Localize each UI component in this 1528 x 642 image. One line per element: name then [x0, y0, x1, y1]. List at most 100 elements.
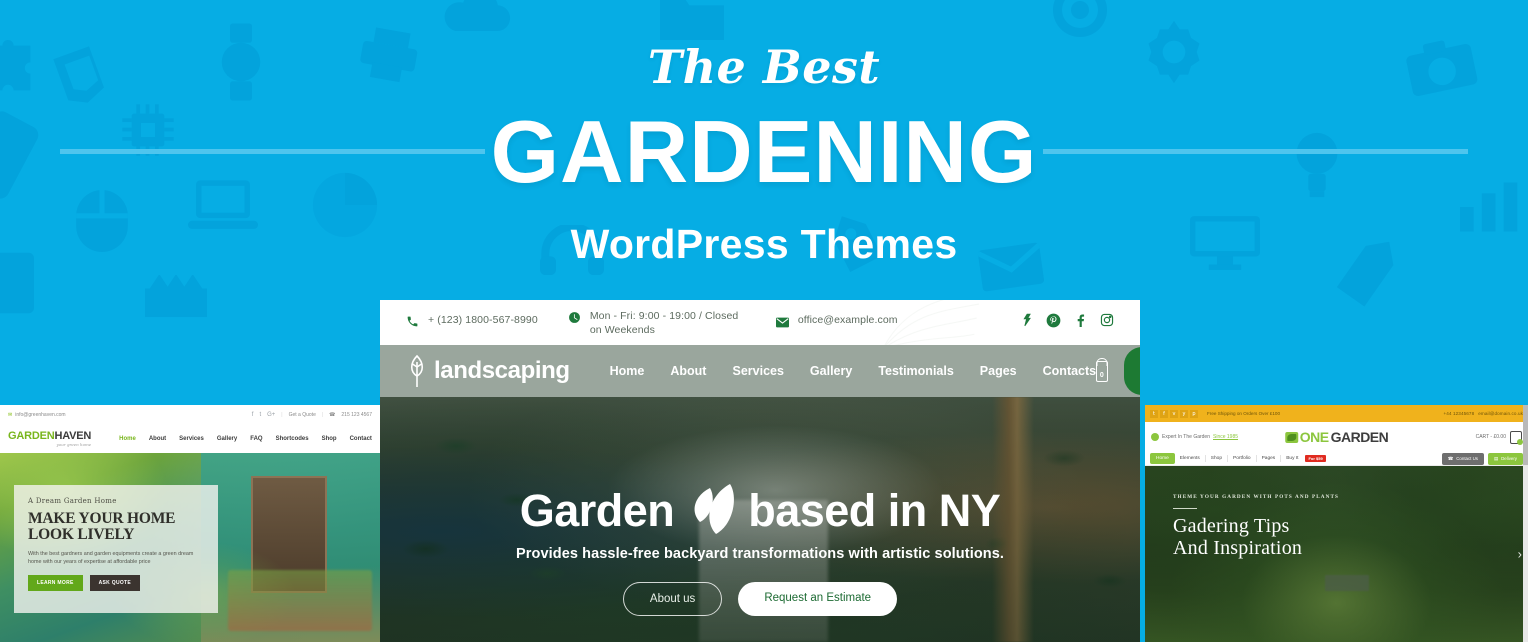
og-hero: THEME YOUR GARDEN WITH POTS AND PLANTS G…: [1145, 466, 1528, 642]
gh-menu-item-home[interactable]: Home: [119, 436, 136, 442]
facebook-icon[interactable]: [1074, 313, 1087, 332]
og-menu-item-portfolio[interactable]: Portfolio: [1228, 456, 1256, 461]
og-menu-item-pages[interactable]: Pages: [1257, 456, 1281, 461]
og-cart[interactable]: CART - £0.00: [1475, 430, 1523, 445]
gh-learn-more-button[interactable]: LEARN MORE: [28, 575, 83, 591]
headline-sub: WordPress Themes: [570, 221, 958, 267]
ls-menu-item-home[interactable]: Home: [610, 364, 645, 378]
og-delivery-button[interactable]: ▤ Delivery: [1487, 452, 1523, 465]
ls-hero-content: Garden based in NY Provides hassle-free …: [380, 397, 1140, 642]
pinterest-icon[interactable]: p: [1190, 409, 1198, 418]
ls-hero-title-part1: Garden: [519, 484, 675, 536]
gh-hero-planters: [228, 570, 373, 631]
flickr-icon[interactable]: [1019, 313, 1033, 332]
instagram-icon[interactable]: [1100, 313, 1114, 332]
page-scrollbar[interactable]: [1523, 405, 1528, 642]
og-contact-phone[interactable]: +44 12345678: [1444, 411, 1475, 416]
gh-hero-buttons: LEARN MORE ASK QUOTE: [28, 575, 204, 591]
pinterest-icon[interactable]: [1046, 313, 1061, 333]
headline-main: GARDENING: [490, 102, 1038, 201]
ls-request-estimate-button[interactable]: Request an Estimate: [738, 581, 898, 616]
carousel-next-icon[interactable]: ›: [1518, 547, 1522, 562]
gh-navbar: GARDENHAVEN your green home Home About S…: [0, 425, 380, 453]
gh-hero-eyebrow: A Dream Garden Home: [28, 497, 117, 505]
og-hero-title-line1: Gadering Tips: [1173, 515, 1290, 537]
og-logo-part2: GARDEN: [1330, 429, 1389, 445]
og-hero-rule: [1173, 508, 1197, 509]
og-hero-title: Gadering Tips And Inspiration: [1173, 515, 1339, 559]
ls-menu-item-contacts[interactable]: Contacts: [1043, 364, 1096, 378]
envelope-icon: [775, 315, 789, 333]
preview-onegarden[interactable]: t f v y p Free Shipping on Orders Over £…: [1145, 405, 1528, 642]
gh-email[interactable]: info@greenhaven.com: [15, 412, 65, 418]
ls-social-links: [1019, 313, 1114, 333]
ls-menu-item-services[interactable]: Services: [732, 364, 783, 378]
gh-menu-item-shop[interactable]: Shop: [322, 436, 337, 442]
og-shipping-text: Free Shipping on Orders Over £100: [1207, 411, 1281, 416]
gh-menu-item-contact[interactable]: Contact: [350, 436, 372, 442]
ls-hero: Garden based in NY Provides hassle-free …: [380, 397, 1140, 642]
ls-logo[interactable]: landscaping: [406, 354, 570, 388]
ls-about-us-button[interactable]: About us: [622, 581, 723, 616]
gh-logo-part1: GARDEN: [8, 430, 55, 442]
ls-menu-item-about[interactable]: About: [670, 364, 706, 378]
gh-menu-item-shortcodes[interactable]: Shortcodes: [276, 436, 309, 442]
ls-menu-item-pages[interactable]: Pages: [980, 364, 1017, 378]
facebook-icon[interactable]: f: [1160, 409, 1168, 418]
gh-hero-paragraph: With the best gardners and garden equipm…: [28, 551, 194, 565]
film-icon: [145, 275, 207, 318]
ls-hero-title-part2: based in NY: [748, 484, 1001, 536]
og-expert-link[interactable]: Since 1985: [1213, 434, 1238, 440]
og-nav-actions: ☎ Contact Us ▤ Delivery: [1441, 452, 1523, 465]
gh-topbar: ✉ info@greenhaven.com f t G+ | Get a Quo…: [0, 405, 380, 425]
truck-icon: ▤: [1493, 455, 1499, 461]
ls-free-quote-button[interactable]: Free Quote: [1123, 347, 1140, 395]
gh-separator-1: |: [281, 412, 283, 418]
gh-menu-item-faq[interactable]: FAQ: [250, 436, 262, 442]
leaf-badge-icon: [1151, 433, 1159, 441]
cart-icon[interactable]: 0: [1096, 360, 1108, 382]
twitter-icon[interactable]: t: [259, 412, 261, 418]
og-navbar: Home Elements Shop Portfolio Pages Buy I…: [1145, 452, 1528, 466]
gh-ask-quote-button[interactable]: ASK QUOTE: [89, 575, 141, 591]
ls-navbar: landscaping Home About Services Gallery …: [380, 345, 1140, 397]
gh-get-quote-link[interactable]: Get a Quote: [289, 412, 316, 418]
gh-menu-item-services[interactable]: Services: [179, 436, 204, 442]
og-logo[interactable]: ONE GARDEN: [1284, 429, 1389, 445]
preview-gardenhaven[interactable]: ✉ info@greenhaven.com f t G+ | Get a Quo…: [0, 405, 380, 642]
twitter-icon[interactable]: t: [1150, 409, 1158, 418]
ls-menu-item-testimonials[interactable]: Testimonials: [878, 364, 953, 378]
googleplus-icon[interactable]: G+: [267, 412, 275, 418]
og-contact-us-label: Contact Us: [1456, 456, 1478, 461]
facebook-icon[interactable]: f: [252, 412, 254, 418]
og-menu-item-home[interactable]: Home: [1150, 453, 1175, 464]
gh-phone[interactable]: 215 123 4567: [341, 412, 372, 418]
folder-icon: [660, 0, 724, 40]
ls-menu-item-gallery[interactable]: Gallery: [810, 364, 852, 378]
og-contact-us-button[interactable]: ☎ Contact Us: [1441, 452, 1484, 465]
gh-hero-card: A Dream Garden Home MAKE YOUR HOME LOOK …: [14, 485, 218, 613]
ls-hero-title: Garden based in NY: [520, 482, 1001, 540]
ls-logo-text: landscaping: [434, 357, 570, 384]
og-menu-item-buy-it[interactable]: Buy It: [1281, 456, 1303, 461]
scrollbar-thumb[interactable]: [1523, 405, 1528, 465]
og-cart-label: CART - £0.00: [1475, 434, 1506, 440]
gh-hero-title: MAKE YOUR HOME LOOK LIVELY: [28, 511, 204, 543]
ls-topbar: + (123) 1800-567-8990 Mon - Fri: 9:00 - …: [380, 300, 1140, 345]
gh-menu-item-about[interactable]: About: [149, 436, 166, 442]
preview-landscaping[interactable]: + (123) 1800-567-8990 Mon - Fri: 9:00 - …: [380, 300, 1140, 642]
two-leaves-icon: [694, 483, 735, 534]
youtube-icon[interactable]: y: [1180, 409, 1188, 418]
og-expert-note: Expert In The Garden Since 1985: [1151, 433, 1238, 441]
vimeo-icon[interactable]: v: [1170, 409, 1178, 418]
gh-menu-item-gallery[interactable]: Gallery: [217, 436, 237, 442]
og-menu-item-elements[interactable]: Elements: [1175, 456, 1205, 461]
ls-hero-buttons: About us Request an Estimate: [622, 581, 898, 616]
ls-phone-text[interactable]: + (123) 1800-567-8990: [428, 313, 538, 327]
og-contact-email[interactable]: email@domain.co.uk: [1478, 411, 1523, 416]
ls-hours-text: Mon - Fri: 9:00 - 19:00 / Closed on Week…: [589, 309, 739, 336]
og-delivery-label: Delivery: [1501, 456, 1517, 461]
og-menu-item-shop[interactable]: Shop: [1206, 456, 1227, 461]
og-social-links: t f v y p: [1150, 409, 1198, 418]
gh-logo[interactable]: GARDENHAVEN your green home: [8, 431, 91, 447]
